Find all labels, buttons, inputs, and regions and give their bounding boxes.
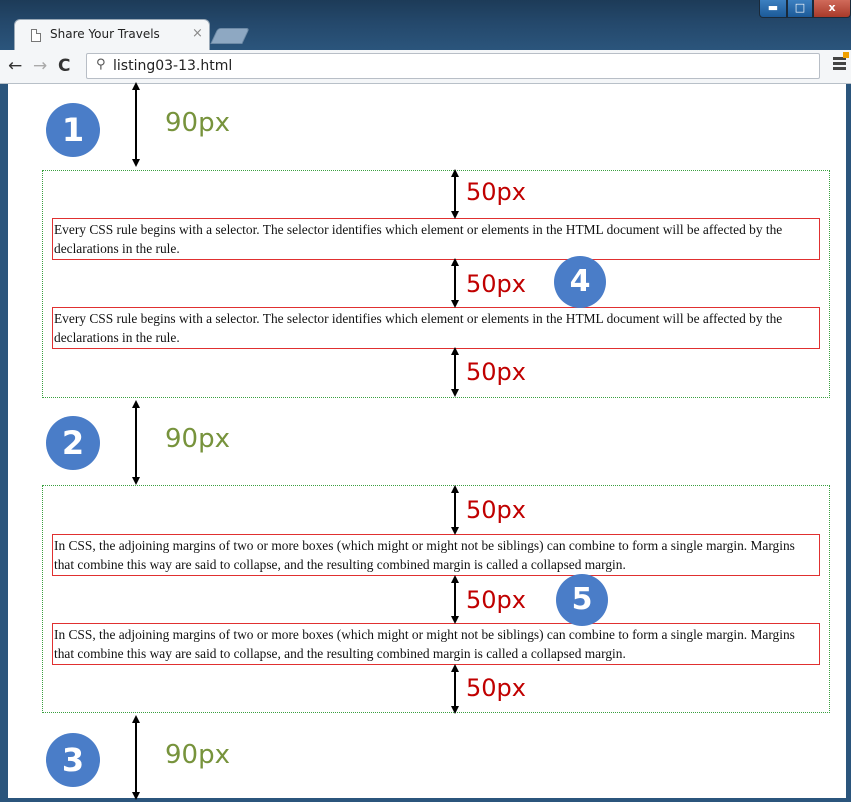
margin-arrows — [132, 82, 459, 800]
